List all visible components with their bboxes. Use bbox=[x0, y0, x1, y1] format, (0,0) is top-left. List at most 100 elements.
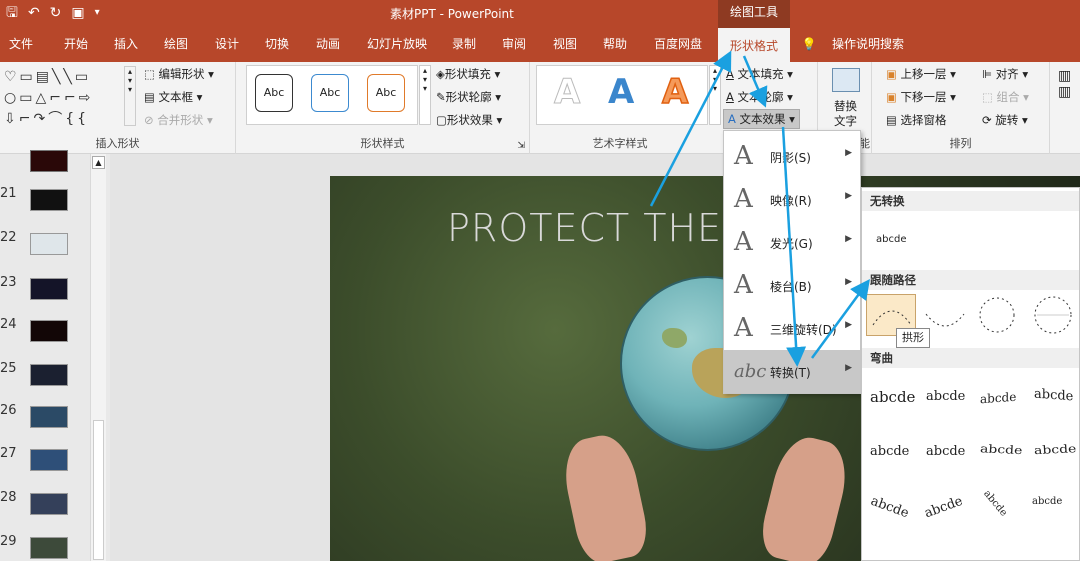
align-button[interactable]: ⊫ 对齐 ▾ bbox=[982, 66, 1028, 82]
shapes-gallery[interactable]: ♡▭▤╲╲▭ ○▭△⌐⌐⇨ ⇩⌐↷⌒{{ bbox=[4, 67, 122, 129]
shape-styles-scroll[interactable]: ▴ ▾ ▾ bbox=[419, 65, 431, 125]
text-outline-button[interactable]: A 文本轮廓 ▾ bbox=[726, 89, 793, 105]
warp-option[interactable]: abcde bbox=[869, 494, 911, 522]
slide-thumbnail[interactable]: 21 bbox=[0, 186, 90, 226]
size-icon[interactable]: ▥ ▥ bbox=[1058, 68, 1071, 100]
tab-view[interactable]: 视图 bbox=[545, 26, 585, 62]
alt-text-label-1[interactable]: 替换 bbox=[834, 98, 857, 114]
menu-item-bevel[interactable]: A 棱台(B) ▶ bbox=[724, 264, 860, 307]
shape-outline-button[interactable]: ✎形状轮廓 ▾ bbox=[436, 89, 501, 105]
tab-home[interactable]: 开始 bbox=[56, 26, 96, 62]
tab-insert[interactable]: 插入 bbox=[106, 26, 146, 62]
group-objects-button[interactable]: ⬚ 组合 ▾ bbox=[982, 89, 1029, 105]
alt-text-label-2[interactable]: 文字 bbox=[834, 113, 857, 129]
save-icon[interactable]: 🖫 bbox=[6, 3, 18, 23]
menu-item-label: 映像(R) bbox=[770, 194, 812, 208]
wordart-sample[interactable]: A bbox=[553, 72, 580, 113]
slide-title-text[interactable]: PROTECT THE E bbox=[447, 206, 760, 250]
no-transform-option[interactable]: abcde bbox=[876, 234, 906, 245]
warp-option[interactable]: abcde bbox=[980, 390, 1016, 407]
warp-option[interactable]: abcde bbox=[980, 443, 1023, 458]
warp-option[interactable]: abcde bbox=[1034, 443, 1077, 458]
text-fill-button[interactable]: A 文本填充 ▾ bbox=[726, 66, 793, 82]
shape-fill-button[interactable]: ◈形状填充 ▾ bbox=[436, 66, 500, 82]
tab-baidu[interactable]: 百度网盘 bbox=[645, 26, 711, 62]
rotate-button[interactable]: ⟳ 旋转 ▾ bbox=[982, 112, 1028, 128]
button-path-option[interactable] bbox=[1028, 292, 1078, 338]
slide-thumbnail[interactable]: 29 bbox=[0, 534, 90, 574]
scroll-up-icon[interactable]: ▲ bbox=[92, 156, 105, 169]
tab-transitions[interactable]: 切换 bbox=[257, 26, 297, 62]
3d-rotation-icon: A bbox=[734, 313, 753, 343]
menu-item-shadow[interactable]: A 阴影(S) ▶ bbox=[724, 135, 860, 178]
warp-option[interactable]: abcde bbox=[870, 388, 915, 406]
warp-option[interactable]: abcde bbox=[1032, 496, 1076, 507]
wordart-sample[interactable]: A bbox=[661, 71, 689, 113]
tab-slideshow[interactable]: 幻灯片放映 bbox=[360, 26, 434, 62]
textbox-icon: ▤ bbox=[144, 90, 155, 104]
tab-design[interactable]: 设计 bbox=[207, 26, 247, 62]
menu-item-label: 发光(G) bbox=[770, 237, 813, 251]
text-effects-menu: A 阴影(S) ▶ A 映像(R) ▶ A 发光(G) ▶ A 棱台(B) ▶ … bbox=[723, 130, 861, 394]
menu-item-glow[interactable]: A 发光(G) ▶ bbox=[724, 221, 860, 264]
textbox-button[interactable]: ▤ 文本框 ▾ bbox=[144, 89, 202, 105]
slide-thumbnail[interactable]: 22 bbox=[0, 230, 90, 270]
warp-option[interactable]: abcde bbox=[981, 488, 1009, 518]
submenu-arrow-icon: ▶ bbox=[845, 320, 852, 330]
slide-thumbnail[interactable]: 28 bbox=[0, 490, 90, 530]
text-effects-button[interactable]: A 文本效果 ▾ bbox=[723, 109, 800, 129]
slide-thumbnail[interactable]: 24 bbox=[0, 317, 90, 357]
slide-thumbnail-image bbox=[30, 364, 68, 386]
slide-number: 25 bbox=[0, 361, 17, 376]
redo-icon[interactable]: ↻ bbox=[50, 3, 62, 23]
text-outline-icon: A bbox=[726, 90, 734, 104]
menu-item-3d-rotation[interactable]: A 三维旋转(D) ▶ bbox=[724, 307, 860, 350]
warp-option[interactable]: abcde bbox=[926, 389, 965, 404]
wordart-gallery-scroll[interactable]: ▴ ▾ ▾ bbox=[709, 65, 721, 125]
menu-item-label: 三维旋转(D) bbox=[770, 323, 837, 337]
wordart-sample[interactable]: A bbox=[608, 72, 634, 112]
menu-item-reflection[interactable]: A 映像(R) ▶ bbox=[724, 178, 860, 221]
slide-thumbnail-image bbox=[30, 150, 68, 172]
ribbon: ♡▭▤╲╲▭ ○▭△⌐⌐⇨ ⇩⌐↷⌒{{ ▴ ▾ ▾ ⬚ 编辑形状 ▾ ▤ 文本框 ▾ … bbox=[0, 62, 1080, 154]
warp-option[interactable]: abcde bbox=[870, 444, 909, 459]
tab-draw[interactable]: 绘图 bbox=[156, 26, 196, 62]
tab-review[interactable]: 审阅 bbox=[494, 26, 534, 62]
customize-qat-icon[interactable]: ▾ bbox=[95, 3, 100, 23]
tab-file[interactable]: 文件 bbox=[0, 26, 42, 62]
scrollbar-thumb[interactable] bbox=[93, 420, 104, 560]
warp-option[interactable]: abcde bbox=[1034, 387, 1073, 405]
undo-icon[interactable]: ↶ bbox=[28, 3, 40, 23]
shapes-gallery-scroll[interactable]: ▴ ▾ ▾ bbox=[124, 66, 136, 126]
lightbulb-icon[interactable]: 💡 bbox=[800, 26, 818, 62]
group-icon: ⬚ bbox=[982, 90, 993, 104]
tab-shape-format[interactable]: 形状格式 bbox=[718, 26, 790, 62]
shape-style-sample[interactable]: Abc bbox=[255, 74, 293, 112]
tab-animations[interactable]: 动画 bbox=[308, 26, 348, 62]
bring-forward-button[interactable]: ▣ 上移一层 ▾ bbox=[886, 66, 956, 82]
shape-style-sample[interactable]: Abc bbox=[311, 74, 349, 112]
slide-thumbnail[interactable]: 23 bbox=[0, 275, 90, 315]
warp-option[interactable]: abcde bbox=[923, 494, 965, 522]
warp-option[interactable]: abcde bbox=[926, 444, 965, 459]
tell-me-search[interactable]: 操作说明搜索 bbox=[828, 26, 908, 62]
edit-shape-button[interactable]: ⬚ 编辑形状 ▾ bbox=[144, 66, 214, 82]
tab-help[interactable]: 帮助 bbox=[595, 26, 635, 62]
dialog-launcher-icon[interactable]: ⇲ bbox=[517, 141, 525, 151]
send-backward-button[interactable]: ▣ 下移一层 ▾ bbox=[886, 89, 956, 105]
selection-pane-button[interactable]: ▤ 选择窗格 bbox=[886, 112, 947, 128]
submenu-arrow-icon: ▶ bbox=[845, 234, 852, 244]
circle-path-option[interactable] bbox=[974, 292, 1020, 338]
menu-item-transform[interactable]: abc 转换(T) ▶ bbox=[724, 350, 860, 393]
shape-effects-button[interactable]: ▢形状效果 ▾ bbox=[436, 112, 502, 128]
tab-record[interactable]: 录制 bbox=[444, 26, 484, 62]
thumbnail-scrollbar[interactable]: ▲ bbox=[90, 154, 106, 561]
slide-thumbnail[interactable]: 27 bbox=[0, 446, 90, 486]
present-icon[interactable]: ▣ bbox=[71, 3, 84, 23]
merge-shapes-button[interactable]: ⊘ 合并形状 ▾ bbox=[144, 112, 213, 128]
transform-submenu: 无转换 abcde 跟随路径 弯曲 abcde abcde abcde abcd… bbox=[861, 187, 1080, 561]
shape-style-sample[interactable]: Abc bbox=[367, 74, 405, 112]
slide-thumbnail[interactable]: 25 bbox=[0, 361, 90, 401]
slide-thumbnail[interactable]: 26 bbox=[0, 403, 90, 443]
no-transform-header: 无转换 bbox=[862, 191, 1079, 211]
